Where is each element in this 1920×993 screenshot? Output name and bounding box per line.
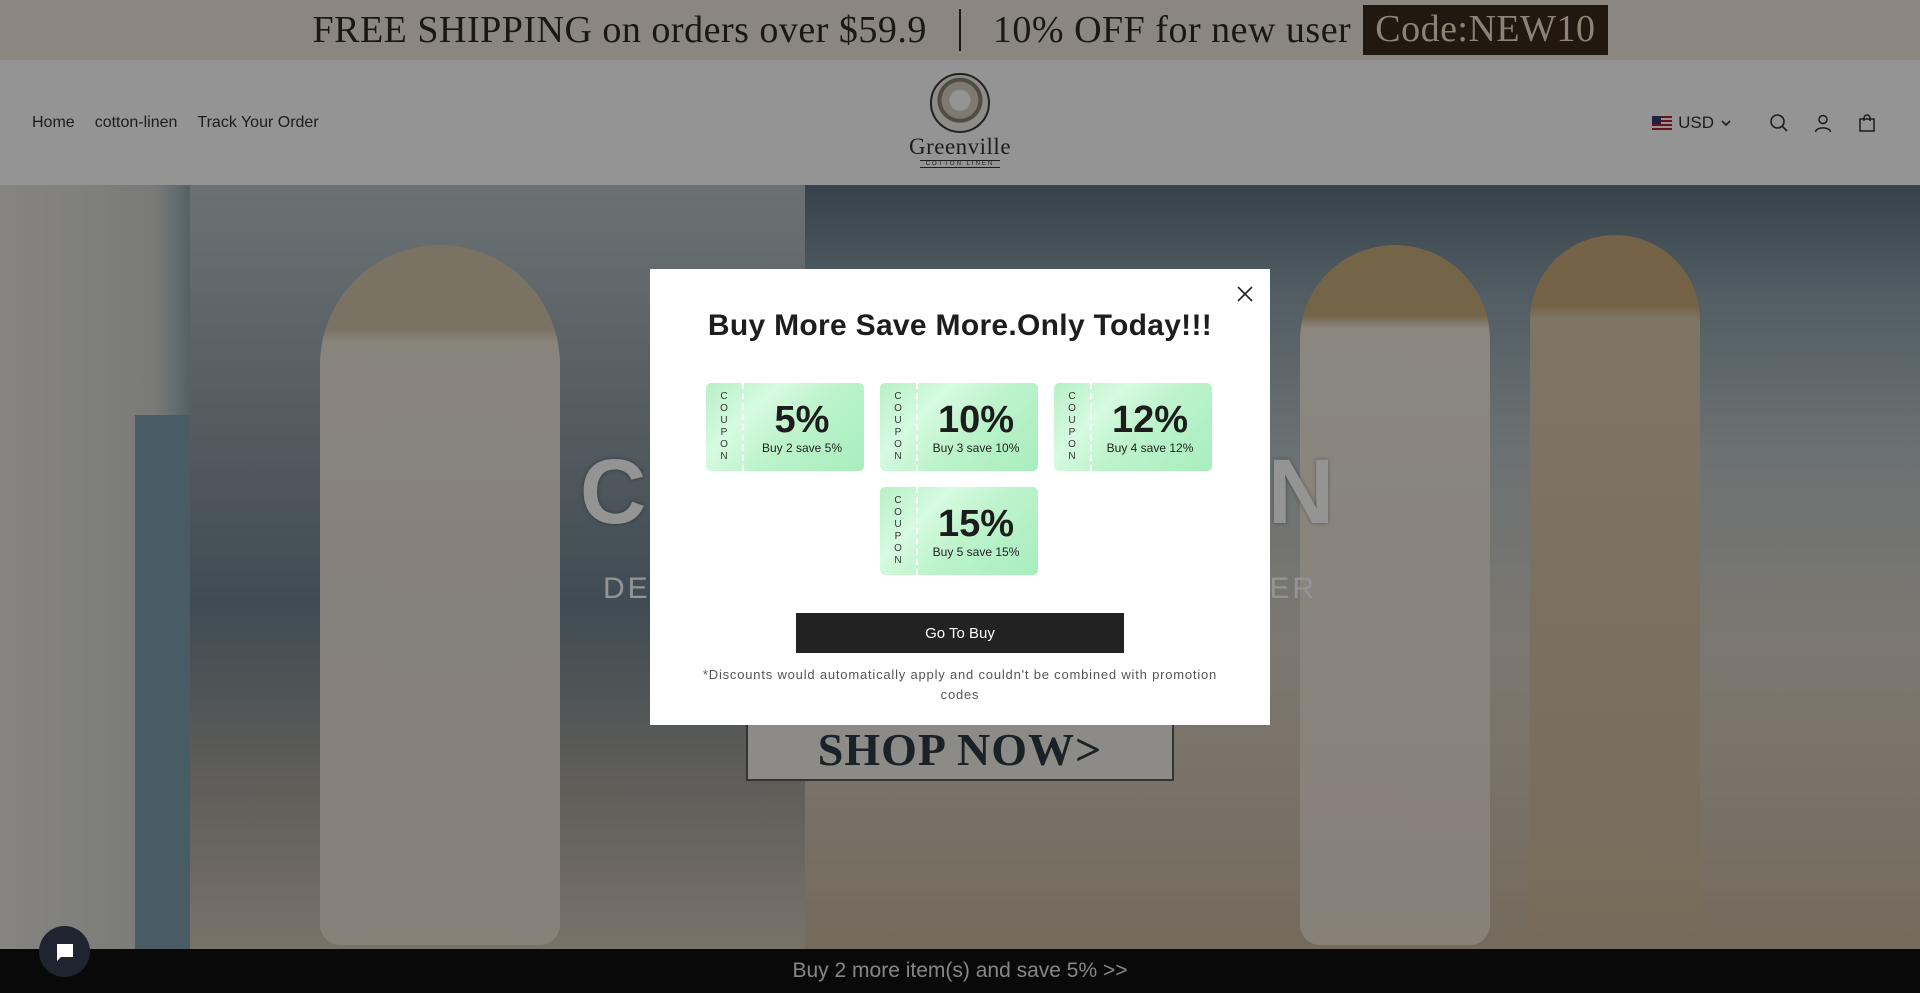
- coupon-description: Buy 3 save 10%: [932, 440, 1020, 455]
- coupon-card[interactable]: COUPON 5% Buy 2 save 5%: [706, 383, 864, 471]
- go-to-buy-button[interactable]: Go To Buy: [796, 613, 1124, 653]
- coupon-label: COUPON: [880, 383, 918, 471]
- coupon-description: Buy 5 save 15%: [932, 544, 1020, 559]
- coupon-card[interactable]: COUPON 12% Buy 4 save 12%: [1054, 383, 1212, 471]
- modal-title: Buy More Save More.Only Today!!!: [707, 309, 1213, 342]
- coupon-description: Buy 4 save 12%: [1106, 440, 1194, 455]
- chat-icon: [56, 943, 73, 961]
- coupon-label: COUPON: [880, 487, 918, 575]
- chat-button[interactable]: [39, 926, 90, 977]
- coupon-card[interactable]: COUPON 10% Buy 3 save 10%: [880, 383, 1038, 471]
- coupon-percent: 10%: [937, 398, 1015, 441]
- coupon-label: COUPON: [1054, 383, 1092, 471]
- coupon-card[interactable]: COUPON 15% Buy 5 save 15%: [880, 487, 1038, 575]
- coupon-percent: 15%: [937, 502, 1015, 545]
- discount-disclaimer: *Discounts would automatically apply and…: [702, 667, 1218, 702]
- coupon-description: Buy 2 save 5%: [761, 440, 843, 455]
- close-icon[interactable]: [1232, 281, 1258, 307]
- coupon-percent: 12%: [1111, 398, 1189, 441]
- coupon-percent: 5%: [774, 398, 830, 441]
- coupon-label: COUPON: [706, 383, 744, 471]
- promo-modal: Buy More Save More.Only Today!!! COUPON …: [650, 269, 1270, 725]
